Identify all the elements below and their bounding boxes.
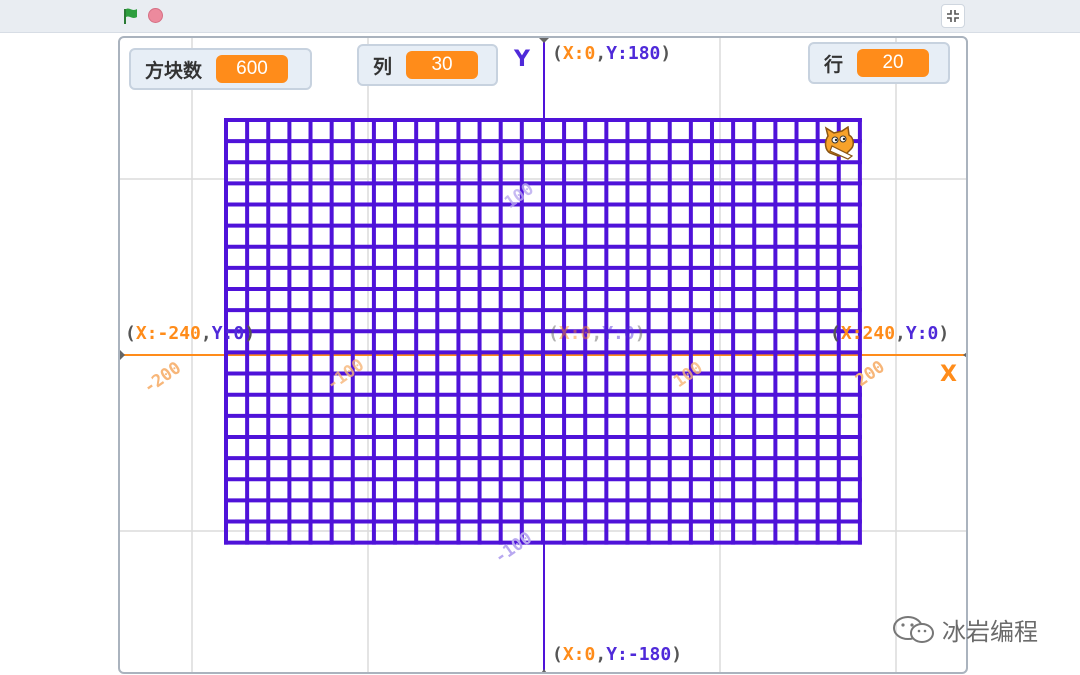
coord-label-right: (X:240,Y:0): [830, 323, 950, 344]
monitor-label: 行: [824, 53, 844, 76]
monitor-value: 20: [857, 49, 930, 77]
watermark-text: 冰岩编程: [942, 618, 1038, 646]
variable-monitor-columns[interactable]: 列 30: [357, 44, 498, 86]
variable-monitor-blocks[interactable]: 方块数 600: [129, 48, 312, 90]
monitor-value: 30: [406, 51, 479, 79]
fullscreen-exit-button[interactable]: [941, 4, 965, 28]
green-flag-icon[interactable]: [122, 7, 140, 25]
y-axis-letter: Y: [514, 47, 530, 72]
stage[interactable]: 方块数 600 列 30 行 20 Y X (X:0,Y:180) (X:0,Y…: [118, 36, 968, 674]
variable-monitor-rows[interactable]: 行 20: [808, 42, 950, 84]
coord-label-center: (X:0,Y:0): [548, 323, 646, 344]
coord-label-bottom: (X:0,Y:-180): [552, 644, 683, 665]
coord-label-left: (X:-240,Y:0): [125, 323, 256, 344]
watermark: 冰岩编程: [892, 612, 1038, 647]
stage-toolbar: [0, 0, 1080, 33]
block-grid: [224, 118, 862, 545]
x-axis-left-arrow: [120, 350, 125, 360]
x-axis-letter: X: [940, 362, 957, 387]
x-axis-right-arrow: [963, 352, 966, 358]
coord-label-top: (X:0,Y:180): [552, 43, 672, 64]
scratch-cat-icon[interactable]: [820, 126, 860, 160]
wechat-icon: [893, 615, 934, 643]
y-axis-top-arrow: [539, 38, 549, 43]
fullscreen-exit-icon: [947, 10, 959, 22]
y-axis-bottom-arrow: [541, 669, 547, 672]
monitor-label: 列: [373, 55, 393, 78]
monitor-value: 600: [216, 55, 289, 83]
monitor-label: 方块数: [145, 59, 203, 82]
stop-button[interactable]: [148, 8, 163, 23]
